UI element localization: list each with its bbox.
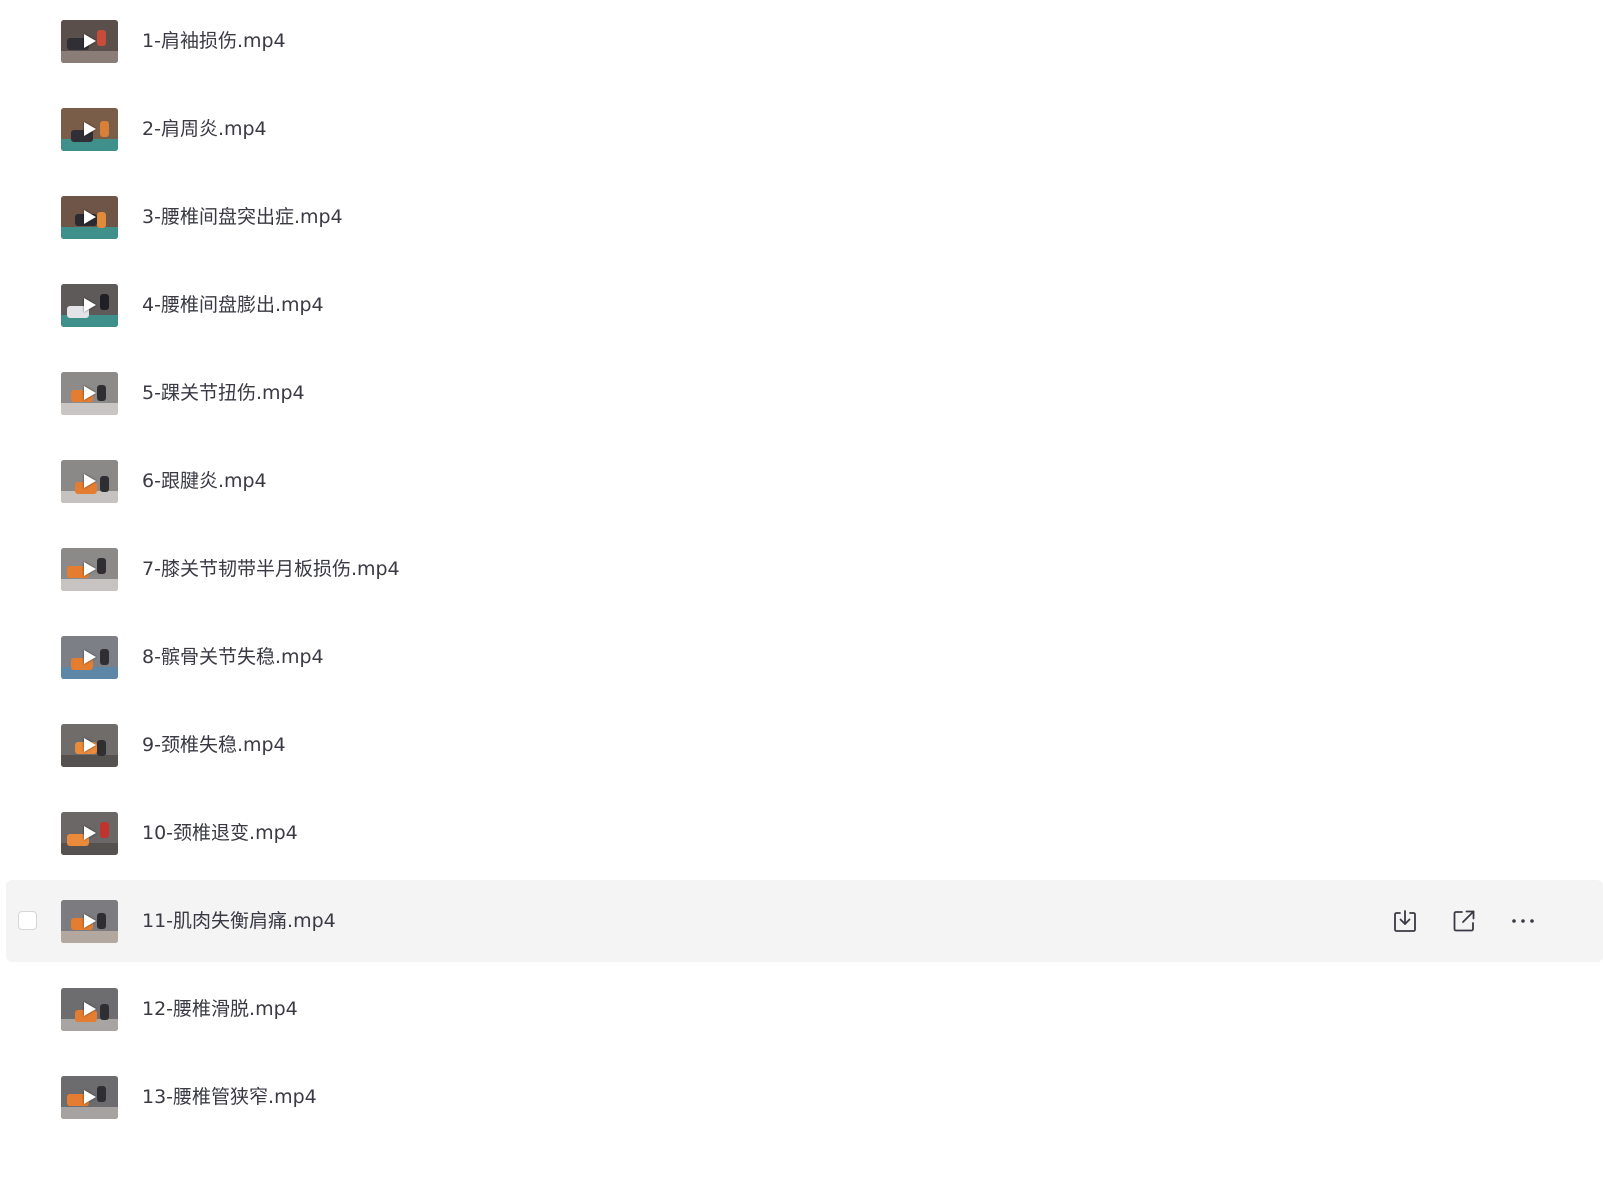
thumbnail-accent [100, 649, 109, 665]
video-thumbnail[interactable] [61, 724, 118, 767]
play-icon [84, 122, 96, 136]
share-icon [1453, 910, 1475, 932]
thumbnail-accent [97, 913, 106, 929]
play-icon [84, 826, 96, 840]
file-name[interactable]: 11-肌肉失衡肩痛.mp4 [142, 909, 336, 933]
video-thumbnail[interactable] [61, 636, 118, 679]
file-name[interactable]: 10-颈椎退变.mp4 [142, 821, 298, 845]
video-thumbnail[interactable] [61, 548, 118, 591]
video-thumbnail[interactable] [61, 372, 118, 415]
row-checkbox[interactable] [18, 911, 37, 930]
thumbnail-accent [100, 1004, 109, 1020]
file-row[interactable]: 8-髌骨关节失稳.mp4 [6, 616, 1603, 698]
file-row[interactable]: 6-跟腱炎.mp4 [6, 440, 1603, 522]
video-thumbnail[interactable] [61, 460, 118, 503]
thumbnail-accent [97, 740, 106, 756]
file-row[interactable]: 9-颈椎失稳.mp4 [6, 704, 1603, 786]
file-list: 1-肩袖损伤.mp4 2-肩周炎.mp4 3-腰椎间盘突出症.mp4 4-腰椎间盘膨出… [0, 0, 1603, 1188]
play-icon [84, 1090, 96, 1104]
thumbnail-floor [61, 1107, 118, 1119]
play-icon [84, 914, 96, 928]
video-thumbnail[interactable] [61, 196, 118, 239]
thumbnail-floor [61, 51, 118, 63]
file-name[interactable]: 13-腰椎管狭窄.mp4 [142, 1085, 317, 1109]
file-name[interactable]: 9-颈椎失稳.mp4 [142, 733, 286, 757]
file-name[interactable]: 6-跟腱炎.mp4 [142, 469, 267, 493]
play-icon [84, 210, 96, 224]
thumbnail-accent [97, 30, 106, 46]
play-icon [84, 474, 96, 488]
video-thumbnail[interactable] [61, 20, 118, 63]
thumbnail-floor [61, 227, 118, 239]
file-row[interactable]: 10-颈椎退变.mp4 [6, 792, 1603, 874]
play-icon [84, 562, 96, 576]
file-row[interactable]: 3-腰椎间盘突出症.mp4 [6, 176, 1603, 258]
thumbnail-accent [97, 385, 106, 401]
more-button[interactable] [1509, 907, 1537, 935]
thumbnail-accent [100, 294, 109, 310]
file-row[interactable]: 4-腰椎间盘膨出.mp4 [6, 264, 1603, 346]
play-icon [84, 1002, 96, 1016]
thumbnail-accent [100, 822, 109, 838]
file-name[interactable]: 8-髌骨关节失稳.mp4 [142, 645, 324, 669]
file-name[interactable]: 5-踝关节扭伤.mp4 [142, 381, 305, 405]
more-icon [1512, 919, 1534, 923]
file-row[interactable]: 7-膝关节韧带半月板损伤.mp4 [6, 528, 1603, 610]
thumbnail-floor [61, 755, 118, 767]
play-icon [84, 386, 96, 400]
thumbnail-accent [100, 476, 109, 492]
file-row[interactable]: 2-肩周炎.mp4 [6, 88, 1603, 170]
thumbnail-accent [100, 121, 109, 137]
file-name[interactable]: 12-腰椎滑脱.mp4 [142, 997, 298, 1021]
download-icon [1394, 910, 1416, 932]
file-row[interactable]: 13-腰椎管狭窄.mp4 [6, 1056, 1603, 1138]
video-thumbnail[interactable] [61, 1076, 118, 1119]
thumbnail-floor [61, 931, 118, 943]
play-icon [84, 650, 96, 664]
play-icon [84, 298, 96, 312]
file-row[interactable]: 1-肩袖损伤.mp4 [6, 0, 1603, 82]
video-thumbnail[interactable] [61, 812, 118, 855]
file-name[interactable]: 2-肩周炎.mp4 [142, 117, 267, 141]
download-button[interactable] [1391, 907, 1419, 935]
thumbnail-floor [61, 579, 118, 591]
play-icon [84, 34, 96, 48]
thumbnail-accent [97, 558, 106, 574]
file-name[interactable]: 3-腰椎间盘突出症.mp4 [142, 205, 343, 229]
video-thumbnail[interactable] [61, 108, 118, 151]
video-thumbnail[interactable] [61, 900, 118, 943]
thumbnail-accent [97, 1086, 106, 1102]
file-name[interactable]: 4-腰椎间盘膨出.mp4 [142, 293, 324, 317]
file-name[interactable]: 1-肩袖损伤.mp4 [142, 29, 286, 53]
video-thumbnail[interactable] [61, 284, 118, 327]
video-thumbnail[interactable] [61, 988, 118, 1031]
file-row[interactable]: 5-踝关节扭伤.mp4 [6, 352, 1603, 434]
thumbnail-accent [97, 212, 106, 228]
file-row[interactable]: 12-腰椎滑脱.mp4 [6, 968, 1603, 1050]
share-button[interactable] [1450, 907, 1478, 935]
play-icon [84, 738, 96, 752]
thumbnail-floor [61, 403, 118, 415]
file-name[interactable]: 7-膝关节韧带半月板损伤.mp4 [142, 557, 400, 581]
file-row[interactable]: 11-肌肉失衡肩痛.mp4 [6, 880, 1603, 962]
